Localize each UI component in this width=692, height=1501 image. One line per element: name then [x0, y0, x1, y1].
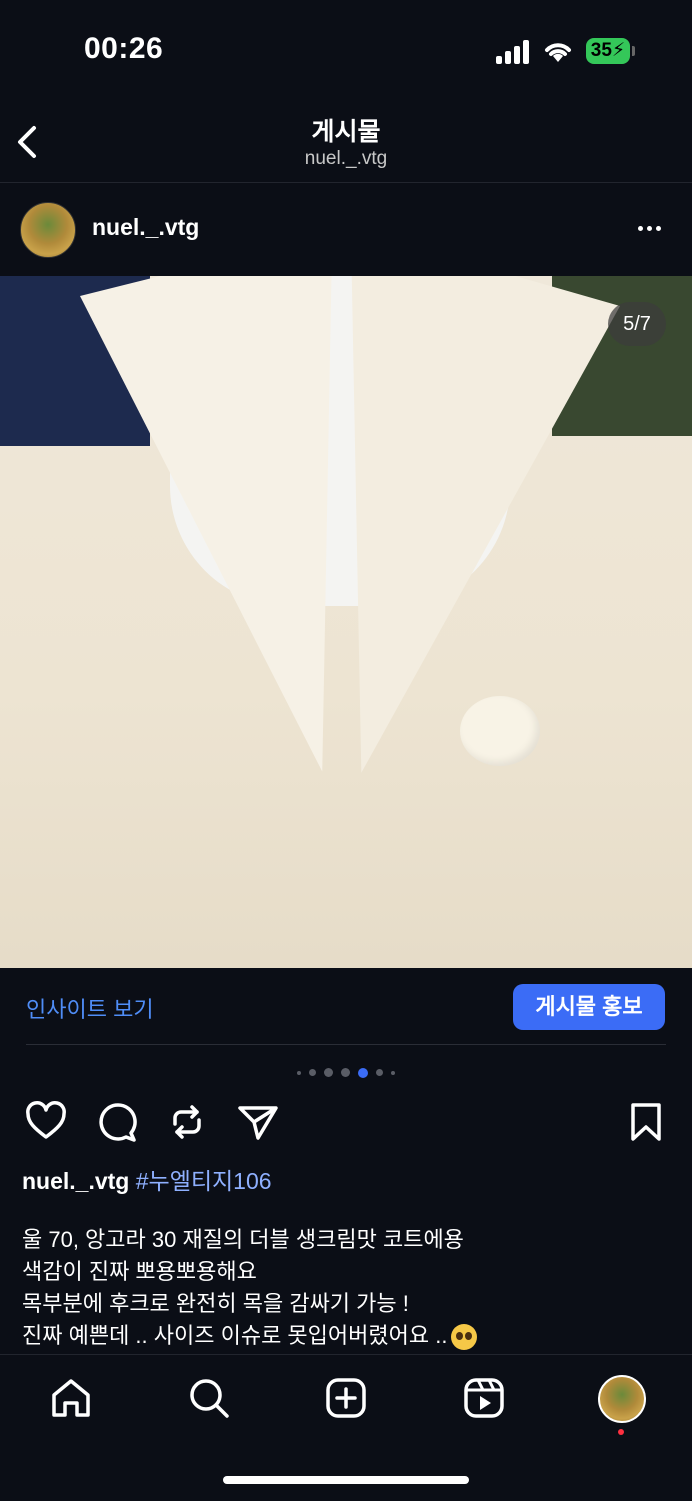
image-counter: 5/7 [608, 302, 666, 346]
charging-icon: ⚡ [611, 40, 626, 61]
carousel-dot-active [358, 1067, 368, 1078]
navigation-header: 게시물 nuel._.vtg [0, 100, 692, 183]
battery-indicator: 35⚡ [586, 38, 630, 64]
page-title: 게시물 [311, 118, 381, 146]
home-indicator [223, 1476, 469, 1484]
post-header: nuel._.vtg [0, 182, 692, 276]
carousel-dot [391, 1070, 395, 1075]
notification-dot [618, 1429, 624, 1435]
caption-line: 색감이 진짜 뽀용뽀용해요 [22, 1259, 257, 1284]
hashtag-link[interactable]: #누엘티지106 [136, 1168, 272, 1194]
repost-icon[interactable] [165, 1100, 209, 1144]
more-icon[interactable] [636, 218, 670, 238]
carousel-dot [376, 1069, 383, 1077]
reels-icon[interactable] [461, 1375, 507, 1421]
bookmark-icon[interactable] [624, 1100, 668, 1144]
status-bar: 00:26 35⚡ [0, 0, 692, 100]
pleading-face-emoji-icon [451, 1324, 478, 1351]
status-time: 00:26 [84, 32, 164, 65]
caption-text: 울 70, 앙고라 30 재질의 더블 생크림맛 코트에용 색감이 진짜 뽀용뽀… [22, 1224, 672, 1352]
carousel-dot [341, 1068, 350, 1078]
home-icon[interactable] [48, 1375, 94, 1421]
search-icon[interactable] [186, 1375, 232, 1421]
view-insights-link[interactable]: 인사이트 보기 [26, 992, 154, 1024]
caption-line: 울 70, 앙고라 30 재질의 더블 생크림맛 코트에용 [22, 1227, 464, 1252]
cellular-signal-icon [496, 40, 532, 64]
caption-line: 목부분에 후크로 완전히 목을 감싸기 가능 ! [22, 1291, 409, 1316]
share-icon[interactable] [236, 1100, 280, 1144]
carousel-dot [324, 1068, 333, 1078]
wifi-icon [545, 43, 571, 62]
page-subtitle[interactable]: nuel._.vtg [0, 148, 692, 170]
battery-cap [632, 46, 635, 56]
post-image[interactable]: 5/7 [0, 276, 692, 968]
create-icon[interactable] [323, 1375, 369, 1421]
heart-icon[interactable] [24, 1100, 68, 1144]
caption-line: 진짜 예쁜데 .. 사이즈 이슈로 못입어버렸어요 .. [22, 1323, 448, 1348]
divider [26, 1044, 666, 1045]
caption-header: nuel._.vtg #누엘티지106 [22, 1162, 272, 1196]
caption-line-last: 진짜 예쁜데 .. 사이즈 이슈로 못입어버렸어요 .. [22, 1320, 672, 1352]
avatar[interactable] [20, 202, 76, 258]
profile-icon[interactable] [598, 1375, 646, 1423]
comment-icon[interactable] [95, 1100, 139, 1144]
post-username[interactable]: nuel._.vtg [92, 214, 199, 241]
action-bar [0, 1096, 692, 1148]
battery-level: 35 [590, 40, 612, 61]
promote-post-button[interactable]: 게시물 홍보 [513, 984, 665, 1030]
caption-username[interactable]: nuel._.vtg [22, 1168, 129, 1194]
carousel-dot [309, 1069, 316, 1077]
insights-row: 인사이트 보기 게시물 홍보 [0, 968, 692, 1046]
carousel-indicator [0, 1064, 692, 1080]
coat-button [460, 696, 540, 766]
carousel-dot [297, 1070, 301, 1075]
